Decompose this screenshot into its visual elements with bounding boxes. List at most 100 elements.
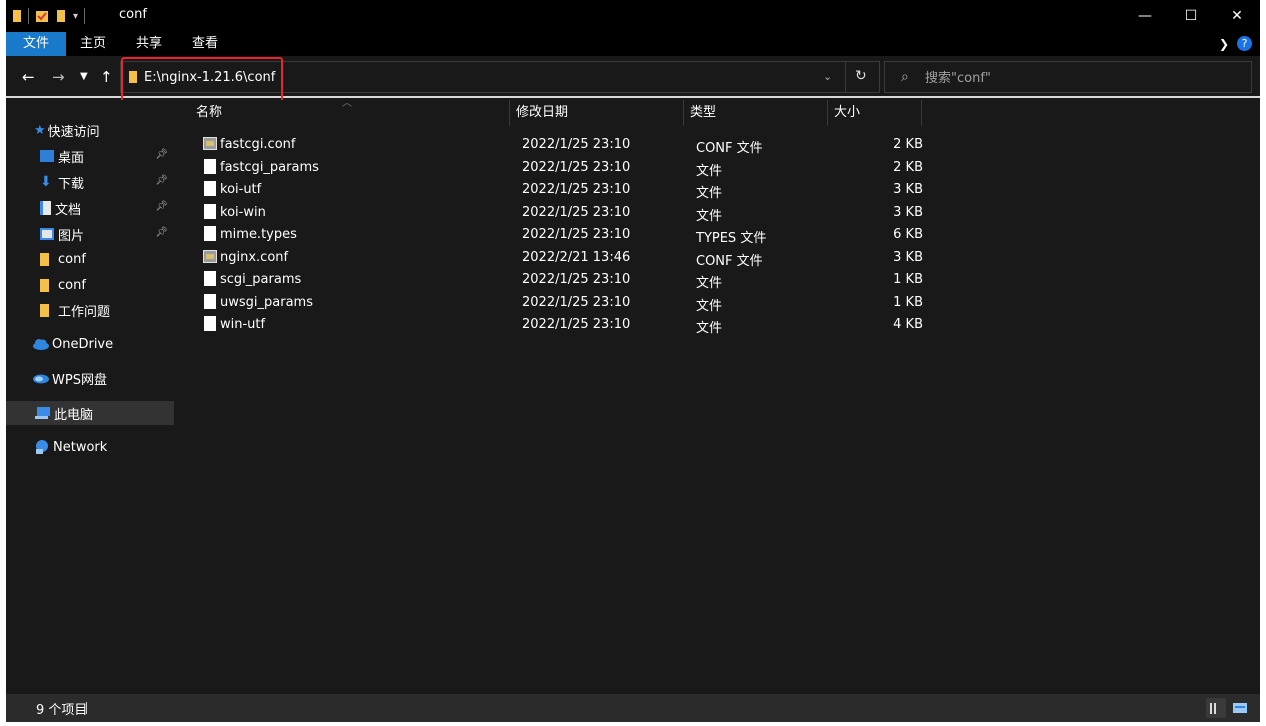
sidebar-item-label: conf bbox=[58, 277, 86, 293]
table-row[interactable]: mime.types 2022/1/25 23:10 TYPES 文件 6 KB bbox=[190, 224, 923, 246]
tab-share[interactable]: 共享 bbox=[136, 32, 162, 56]
navigation-bar: ← → ▼ ↑ E:\nginx-1.21.6\conf ⌄ ↻ ⌕ bbox=[6, 58, 1260, 98]
forward-arrow-icon[interactable]: → bbox=[52, 68, 65, 86]
window-title: conf bbox=[119, 7, 147, 22]
toolbar-divider bbox=[28, 8, 29, 24]
conf-file-icon bbox=[203, 249, 217, 263]
pin-icon[interactable]: 📌︎ bbox=[155, 201, 168, 212]
sidebar-item-label: Network bbox=[53, 439, 108, 455]
table-row[interactable]: win-utf 2022/1/25 23:10 文件 4 KB bbox=[190, 314, 923, 336]
new-folder-icon[interactable] bbox=[55, 9, 67, 23]
tab-home[interactable]: 主页 bbox=[80, 32, 106, 56]
up-arrow-icon[interactable]: ↑ bbox=[100, 68, 113, 86]
sidebar-item-documents[interactable]: 文档 📌︎ bbox=[40, 196, 174, 220]
recent-locations-icon[interactable]: ▼ bbox=[80, 68, 88, 86]
file-size: 2 KB bbox=[893, 137, 923, 152]
star-icon: ★ bbox=[34, 122, 46, 138]
table-row[interactable]: koi-utf 2022/1/25 23:10 文件 3 KB bbox=[190, 179, 923, 201]
file-icon bbox=[204, 316, 216, 331]
status-bar: 9 个项目 bbox=[6, 694, 1260, 722]
table-row[interactable]: scgi_params 2022/1/25 23:10 文件 1 KB bbox=[190, 269, 923, 291]
file-type: 文件 bbox=[696, 208, 723, 224]
sidebar-item-label: 下载 bbox=[58, 176, 85, 192]
network-icon bbox=[36, 440, 48, 454]
file-size: 2 KB bbox=[893, 159, 923, 175]
sidebar-item-this-pc[interactable]: 此电脑 bbox=[6, 401, 174, 425]
file-size: 4 KB bbox=[893, 317, 923, 332]
tab-file[interactable]: 文件 bbox=[6, 32, 66, 56]
wps-cloud-icon bbox=[33, 374, 49, 384]
close-button[interactable]: ✕ bbox=[1214, 0, 1260, 32]
sidebar-item-label: WPS网盘 bbox=[52, 372, 107, 388]
file-date: 2022/1/25 23:10 bbox=[522, 317, 631, 332]
refresh-icon[interactable]: ↻ bbox=[855, 68, 867, 84]
folder-icon bbox=[40, 303, 49, 317]
search-input[interactable] bbox=[925, 68, 1225, 88]
file-name: win-utf bbox=[220, 317, 266, 332]
desktop-icon bbox=[40, 150, 54, 162]
pin-icon[interactable]: 📌︎ bbox=[155, 149, 168, 160]
file-name: fastcgi_params bbox=[220, 159, 319, 175]
file-size: 1 KB bbox=[893, 294, 923, 310]
expand-ribbon-icon[interactable]: ❯ bbox=[1219, 37, 1229, 51]
address-dropdown-icon[interactable]: ⌄ bbox=[823, 70, 832, 83]
maximize-button[interactable]: ☐ bbox=[1168, 0, 1214, 32]
table-row[interactable]: nginx.conf 2022/2/21 13:46 CONF 文件 3 KB bbox=[190, 247, 923, 269]
sidebar-item-onedrive[interactable]: OneDrive bbox=[32, 332, 174, 356]
file-name: fastcgi.conf bbox=[220, 137, 296, 152]
details-view-button[interactable] bbox=[1206, 698, 1226, 718]
address-divider bbox=[845, 62, 846, 92]
sidebar-item-pictures[interactable]: 图片 📌︎ bbox=[40, 222, 174, 246]
file-name: uwsgi_params bbox=[220, 294, 313, 310]
column-header-name[interactable]: 名称 bbox=[190, 100, 510, 126]
address-path[interactable]: E:\nginx-1.21.6\conf bbox=[144, 70, 275, 85]
sidebar-item-label: 工作问题 bbox=[58, 304, 111, 320]
file-icon bbox=[204, 158, 216, 174]
sidebar-item-conf-2[interactable]: conf bbox=[40, 273, 174, 297]
ribbon-tabs: 文件 主页 共享 查看 ❯ ? bbox=[6, 32, 1260, 56]
file-type: 文件 bbox=[696, 298, 723, 314]
file-type: TYPES 文件 bbox=[696, 231, 767, 246]
file-size: 3 KB bbox=[893, 204, 923, 220]
table-row[interactable]: koi-win 2022/1/25 23:10 文件 3 KB bbox=[190, 202, 923, 224]
picture-icon bbox=[40, 228, 54, 240]
file-icon bbox=[204, 181, 216, 196]
file-type: 文件 bbox=[696, 186, 723, 201]
sidebar-item-network[interactable]: Network bbox=[34, 435, 174, 459]
pin-icon[interactable]: 📌︎ bbox=[155, 175, 168, 186]
address-bar[interactable]: E:\nginx-1.21.6\conf ⌄ ↻ bbox=[120, 61, 880, 93]
properties-icon[interactable] bbox=[35, 9, 49, 23]
tab-view[interactable]: 查看 bbox=[192, 32, 218, 56]
sidebar-item-downloads[interactable]: ⬇ 下载 📌︎ bbox=[40, 170, 174, 194]
folder-icon bbox=[13, 10, 21, 22]
file-name: koi-win bbox=[220, 204, 266, 220]
column-header-size[interactable]: 大小 bbox=[828, 100, 922, 126]
file-date: 2022/1/25 23:10 bbox=[522, 137, 631, 152]
pin-icon[interactable]: 📌︎ bbox=[155, 227, 168, 238]
file-type: 文件 bbox=[696, 163, 723, 179]
item-count: 9 个项目 bbox=[36, 703, 88, 718]
minimize-button[interactable]: — bbox=[1122, 0, 1168, 32]
file-date: 2022/1/25 23:10 bbox=[522, 204, 631, 220]
file-name: koi-utf bbox=[220, 182, 262, 197]
large-icons-view-button[interactable] bbox=[1230, 698, 1250, 718]
sidebar-item-conf-1[interactable]: conf bbox=[40, 247, 174, 271]
customize-toolbar-icon[interactable]: ▾ bbox=[73, 11, 78, 22]
table-row[interactable]: fastcgi_params 2022/1/25 23:10 文件 2 KB bbox=[190, 157, 923, 179]
file-date: 2022/1/25 23:10 bbox=[522, 227, 631, 242]
file-size: 1 KB bbox=[893, 272, 923, 287]
back-arrow-icon[interactable]: ← bbox=[22, 68, 35, 86]
sidebar-item-desktop[interactable]: 桌面 📌︎ bbox=[40, 144, 174, 168]
file-type: CONF 文件 bbox=[696, 141, 763, 156]
column-header-date[interactable]: 修改日期 bbox=[510, 100, 684, 126]
help-icon[interactable]: ? bbox=[1237, 36, 1252, 51]
title-bar: ▾ conf — ☐ ✕ bbox=[6, 0, 1260, 32]
table-row[interactable]: fastcgi.conf 2022/1/25 23:10 CONF 文件 2 KB bbox=[190, 134, 923, 156]
sidebar-item-work-issues[interactable]: 工作问题 bbox=[40, 298, 174, 322]
column-header-type[interactable]: 类型 bbox=[684, 100, 828, 126]
file-name: scgi_params bbox=[220, 272, 302, 287]
table-row[interactable]: uwsgi_params 2022/1/25 23:10 文件 1 KB bbox=[190, 292, 923, 314]
sidebar-item-wps[interactable]: WPS网盘 bbox=[32, 366, 174, 390]
ribbon-controls: ❯ ? bbox=[1219, 36, 1252, 51]
search-box[interactable]: ⌕ bbox=[884, 61, 1252, 93]
